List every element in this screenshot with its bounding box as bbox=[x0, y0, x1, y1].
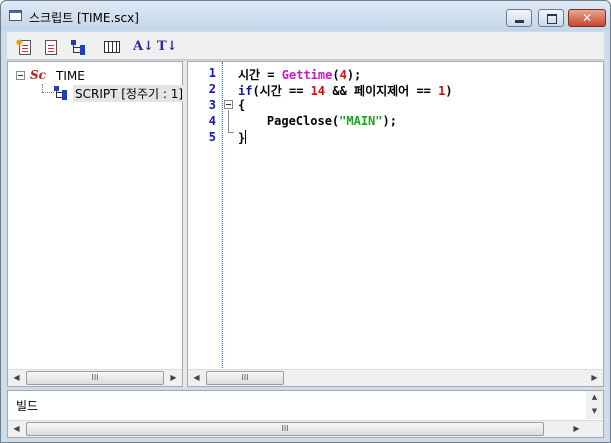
scroll-left-arrow-icon[interactable]: ◀ bbox=[8, 421, 25, 437]
script-window: 스크립트 [TIME.scx] ✸ A↓ T↓ Sc TIM bbox=[0, 0, 611, 443]
toolbar: ✸ A↓ T↓ bbox=[7, 32, 604, 60]
script-tree-panel: Sc TIME SCRIPT [정주기 : 1] ◀ III ▶ bbox=[7, 61, 186, 387]
fold-guide bbox=[228, 110, 229, 132]
document-icon[interactable] bbox=[43, 39, 59, 55]
line-number: 5 bbox=[208, 130, 216, 144]
output-horizontal-scrollbar[interactable]: ◀ III ▶ bbox=[8, 420, 603, 437]
fold-collapse-icon[interactable] bbox=[224, 100, 233, 109]
tree-child-label: SCRIPT [정주기 : 1] bbox=[73, 85, 186, 102]
line-number: 3 bbox=[208, 98, 216, 112]
code-line[interactable]: if(시간 == 14 && 페이지제어 == 1) bbox=[238, 82, 453, 98]
code-token: && 페이지제어 == bbox=[325, 84, 439, 98]
code-line[interactable]: } bbox=[238, 130, 247, 146]
code-token: (시간 == bbox=[252, 84, 311, 98]
code-token: ) bbox=[445, 84, 453, 98]
code-token: } bbox=[238, 131, 246, 145]
tree-icon[interactable] bbox=[71, 39, 87, 55]
fold-guide-end bbox=[228, 132, 234, 133]
script-node-icon bbox=[54, 86, 70, 100]
code-token: 14 bbox=[310, 84, 326, 98]
code-token: if bbox=[238, 84, 253, 98]
scroll-thumb[interactable]: III bbox=[26, 422, 544, 436]
code-token: ); bbox=[346, 68, 362, 82]
build-output-panel: 빌드 ▲ ▼ ◀ III ▶ bbox=[7, 390, 604, 438]
font-size-icon[interactable]: A↓ bbox=[133, 39, 154, 55]
code-line[interactable]: { bbox=[238, 98, 245, 114]
text-caret bbox=[245, 130, 247, 144]
editor-horizontal-scrollbar[interactable]: ◀ III ▶ bbox=[188, 369, 603, 386]
script-collection-icon: Sc bbox=[30, 68, 46, 82]
code-token: "MAIN" bbox=[339, 114, 383, 128]
scroll-up-arrow-icon[interactable]: ▲ bbox=[586, 391, 603, 404]
code-token: { bbox=[238, 98, 246, 112]
grid-icon[interactable] bbox=[104, 39, 120, 55]
window-title: 스크립트 [TIME.scx] bbox=[29, 11, 139, 25]
close-button[interactable] bbox=[568, 9, 606, 27]
code-line[interactable]: 시간 = Gettime(4); bbox=[238, 66, 361, 82]
window-app-icon bbox=[9, 10, 22, 21]
scroll-down-arrow-icon[interactable]: ▼ bbox=[586, 405, 603, 418]
code-editor[interactable]: 12345 시간 = Gettime(4); if(시간 == 14 && 페이지… bbox=[187, 61, 604, 387]
text-size-icon[interactable]: T↓ bbox=[157, 39, 178, 55]
scroll-thumb[interactable]: III bbox=[26, 371, 164, 385]
scroll-right-arrow-icon[interactable]: ▶ bbox=[586, 370, 603, 386]
code-token: ); bbox=[382, 114, 397, 128]
code-line[interactable]: PageClose("MAIN"); bbox=[238, 114, 397, 130]
tree-connector bbox=[42, 84, 43, 92]
tree-root-label: TIME bbox=[56, 69, 85, 83]
scroll-left-arrow-icon[interactable]: ◀ bbox=[188, 370, 205, 386]
tree-horizontal-scrollbar[interactable]: ◀ III ▶ bbox=[8, 369, 182, 386]
new-script-icon[interactable]: ✸ bbox=[15, 38, 33, 55]
tree-connector bbox=[42, 92, 54, 93]
scroll-right-arrow-icon[interactable]: ▶ bbox=[568, 421, 585, 437]
code-token: 4 bbox=[339, 68, 347, 82]
code-token: ( bbox=[332, 68, 340, 82]
scroll-left-arrow-icon[interactable]: ◀ bbox=[8, 370, 25, 386]
code-token: PageClose( bbox=[238, 114, 340, 128]
code-token: 시간 = bbox=[238, 68, 282, 82]
title-bar[interactable]: 스크립트 [TIME.scx] bbox=[1, 1, 610, 31]
output-vertical-scrollbar[interactable]: ▲ ▼ bbox=[586, 391, 603, 419]
build-label: 빌드 bbox=[16, 399, 39, 413]
collapse-icon[interactable] bbox=[16, 71, 25, 80]
maximize-button[interactable] bbox=[538, 9, 564, 27]
code-token: Gettime bbox=[281, 68, 333, 82]
line-number: 1 bbox=[208, 66, 216, 80]
line-number: 2 bbox=[208, 82, 216, 96]
line-number: 4 bbox=[208, 114, 216, 128]
scroll-right-arrow-icon[interactable]: ▶ bbox=[165, 370, 182, 386]
scroll-thumb[interactable]: III bbox=[206, 371, 284, 385]
minimize-button[interactable] bbox=[506, 9, 532, 27]
